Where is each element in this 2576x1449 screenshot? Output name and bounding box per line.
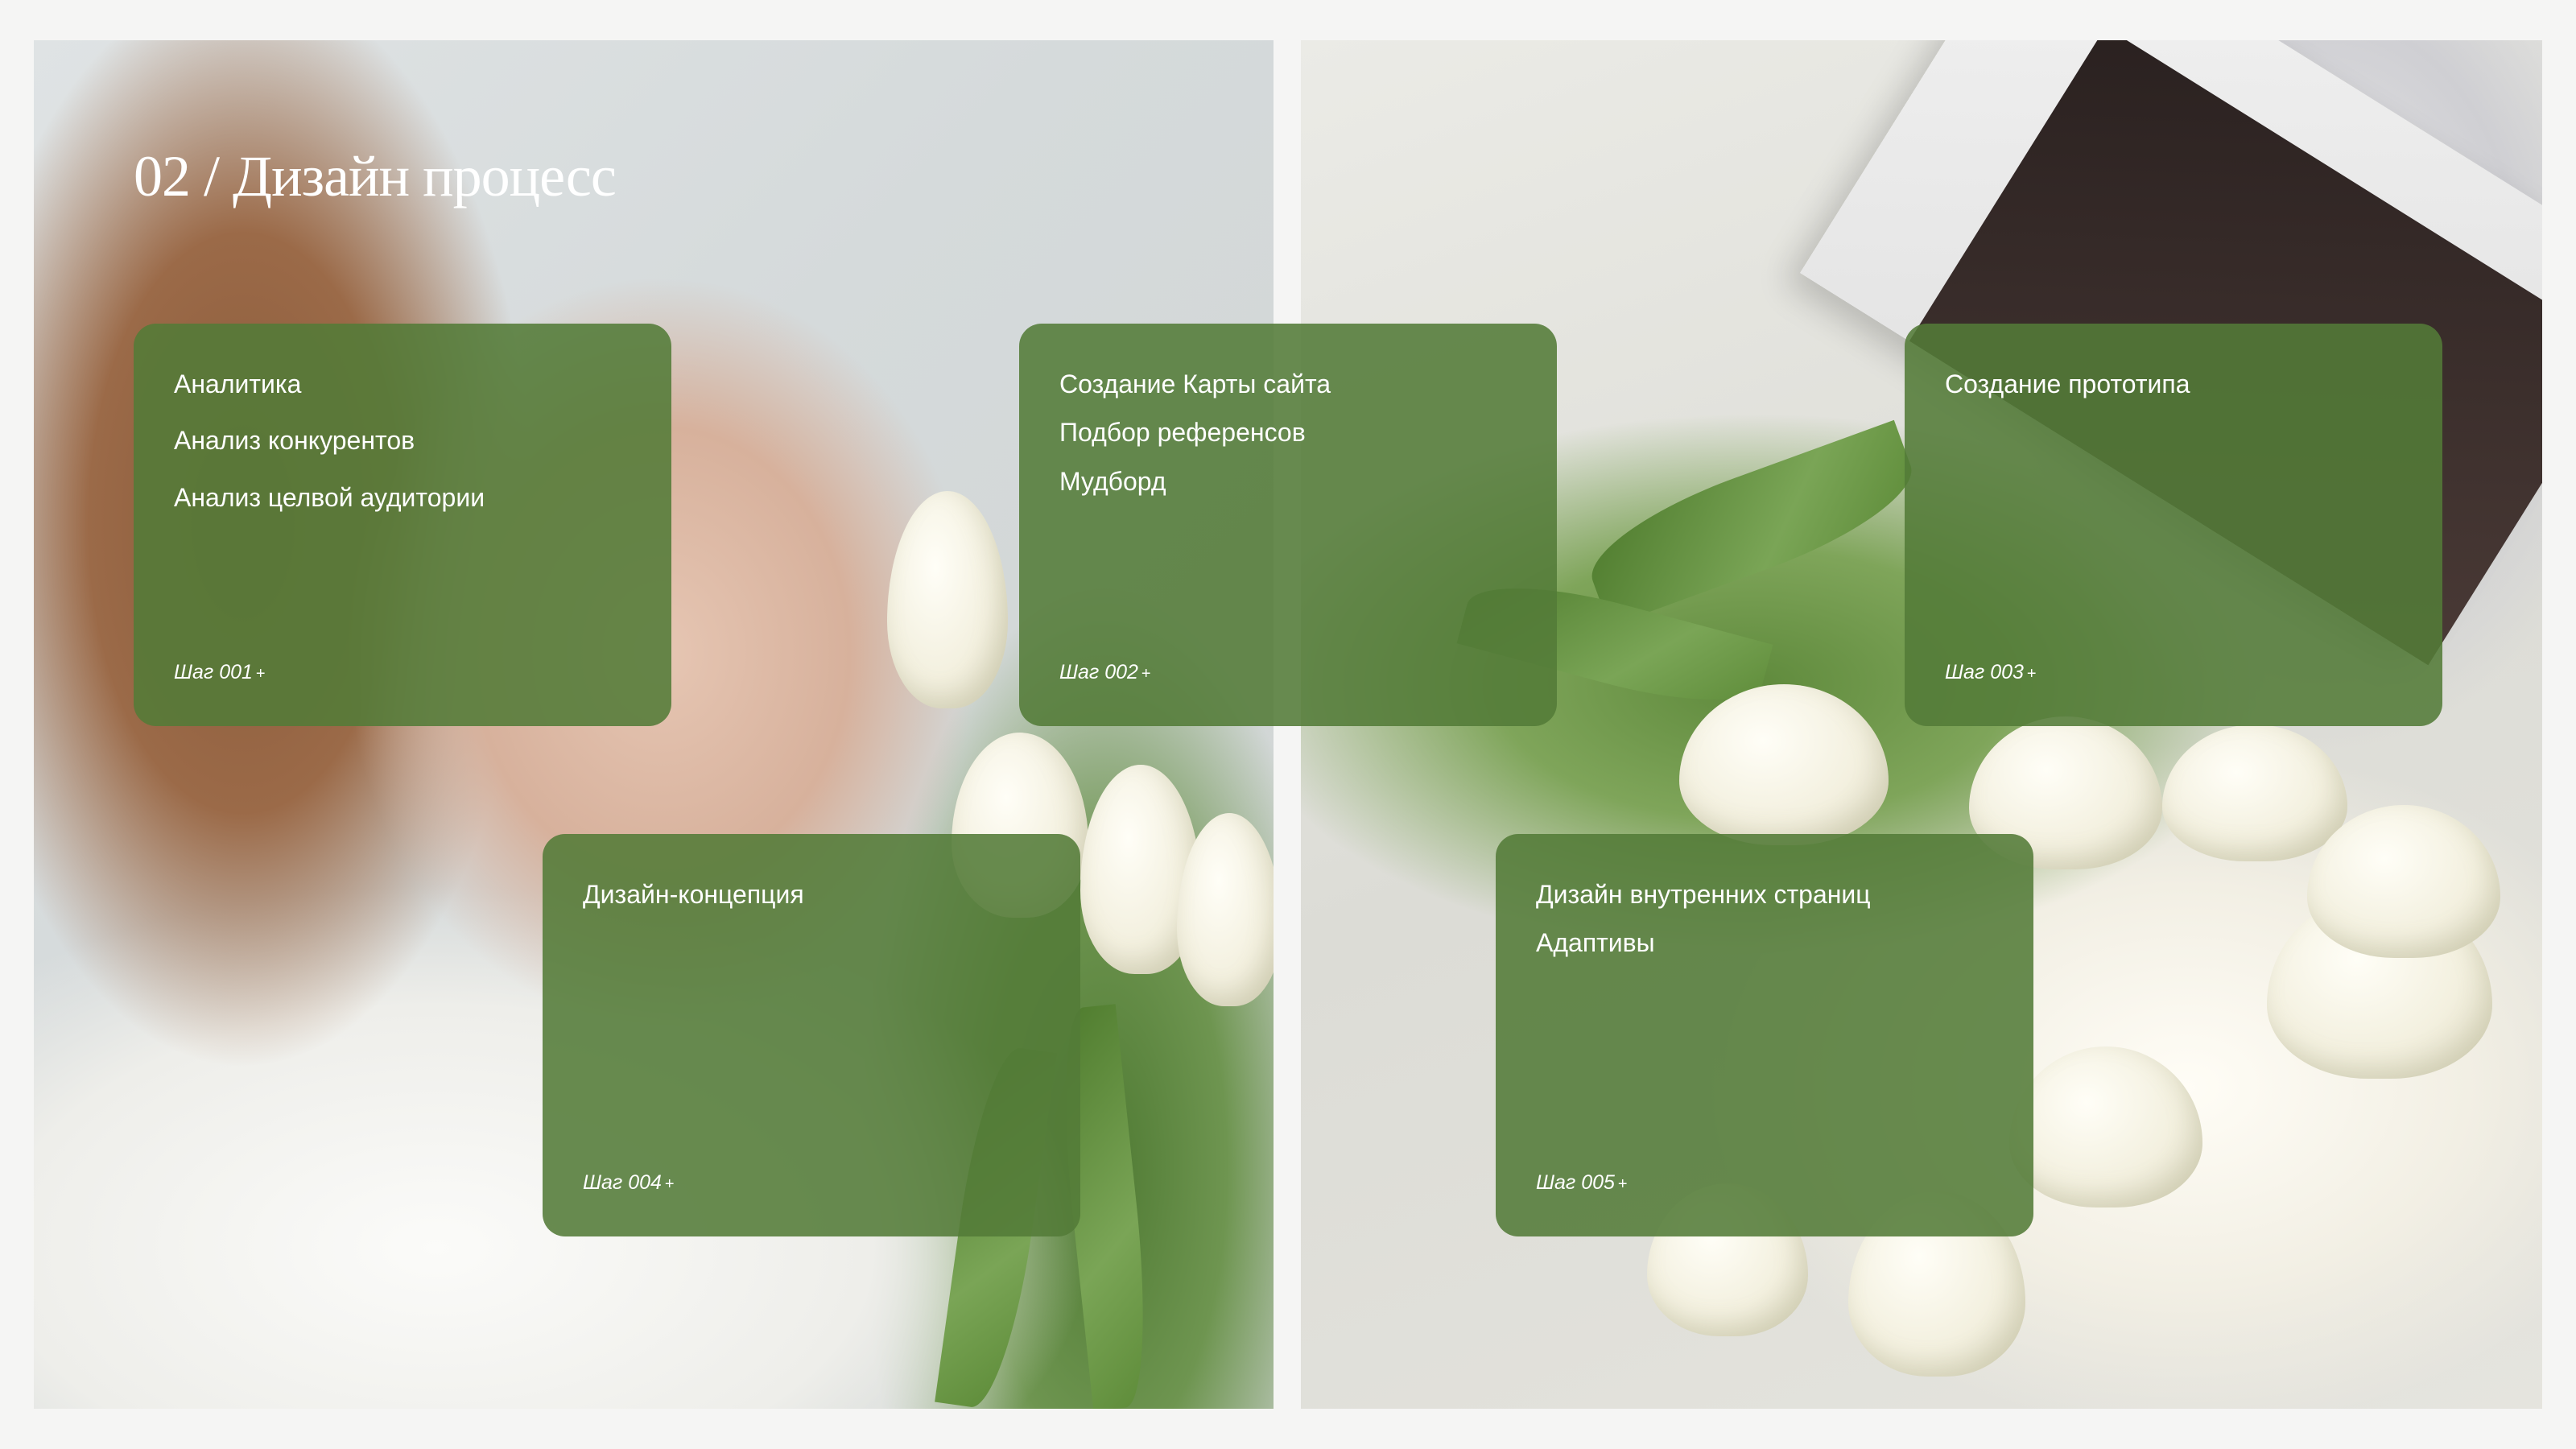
plus-icon: + [255,665,266,683]
step-item: Дизайн-концепция [583,880,804,909]
step-item: Адаптивы [1536,928,1655,958]
plus-icon: + [1141,665,1151,683]
step-card-002: Создание Карты сайта Подбор референсов М… [1019,324,1557,726]
step-card-004: Дизайн-концепция Шаг 004 + [543,834,1080,1236]
step-items: Дизайн внутренних страниц Адаптивы [1536,879,1993,976]
step-card-003: Создание прототипа Шаг 003 + [1905,324,2442,726]
step-label: Шаг 004 + [583,1171,675,1194]
step-item: Создание Карты сайта [1059,369,1331,398]
tulip-decoration [1679,684,1889,845]
page-title: 02 / Дизайн процесс [134,144,617,208]
step-card-001: Аналитика Анализ конкурентов Анализ целв… [134,324,671,726]
step-label: Шаг 005 + [1536,1171,1628,1194]
step-item: Мудборд [1059,466,1166,496]
step-items: Аналитика Анализ конкурентов Анализ целв… [174,369,631,539]
step-card-005: Дизайн внутренних страниц Адаптивы Шаг 0… [1496,834,2033,1236]
step-item: Подбор референсов [1059,418,1306,448]
leaf-decoration [1576,419,1927,627]
step-item: Анализ целвой аудитории [174,482,485,512]
tulip-decoration [887,491,1008,708]
step-items: Создание Карты сайта Подбор референсов М… [1059,369,1517,514]
step-label: Шаг 002 + [1059,661,1151,683]
plus-icon: + [2026,665,2037,683]
plus-icon: + [1617,1175,1628,1193]
tulip-decoration [2162,724,2347,861]
step-items: Дизайн-концепция [583,879,1040,910]
step-item: Аналитика [174,369,302,398]
step-label: Шаг 001 + [174,661,266,683]
tulip-decoration [2009,1046,2202,1208]
step-item: Создание прототипа [1945,369,2190,398]
step-item: Анализ конкурентов [174,426,415,456]
step-items: Создание прототипа [1945,369,2402,399]
step-label: Шаг 003 + [1945,661,2037,683]
plus-icon: + [664,1175,675,1193]
step-item: Дизайн внутренних страниц [1536,880,1871,909]
